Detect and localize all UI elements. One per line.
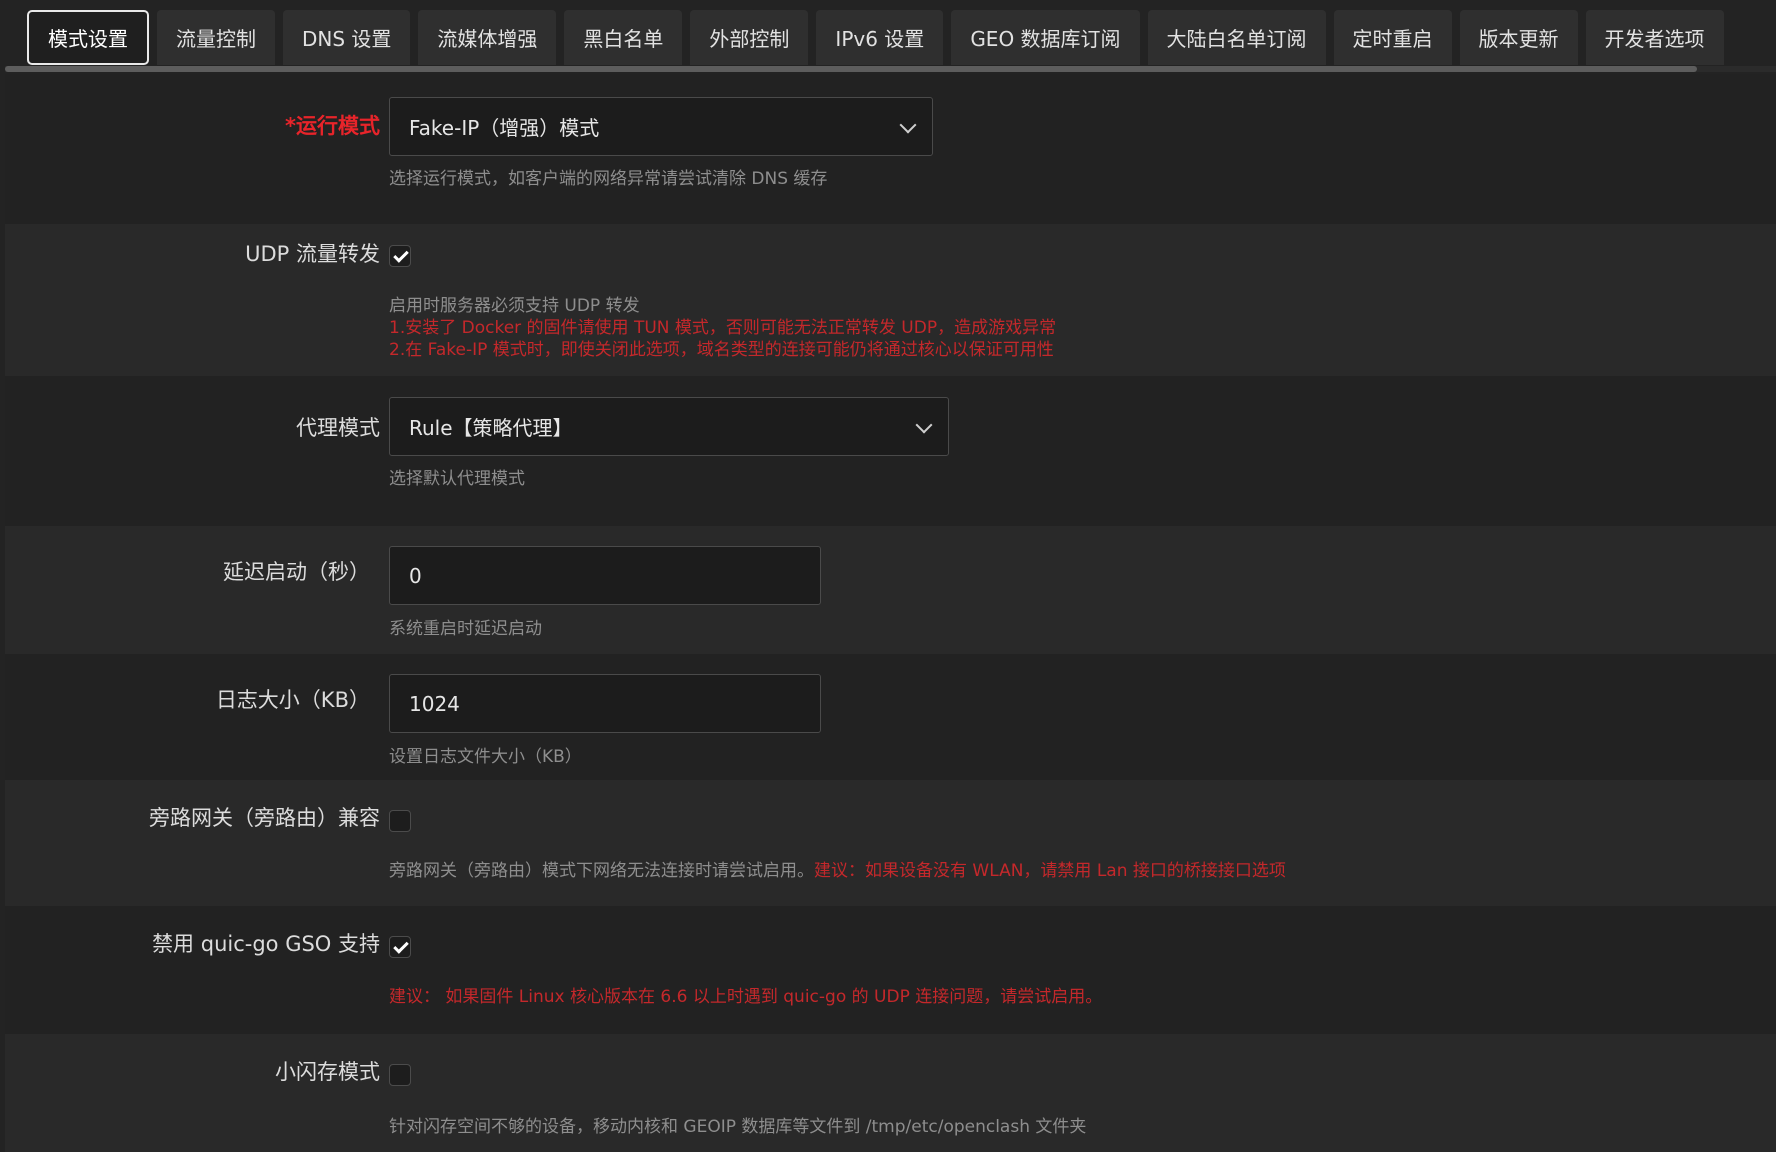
tab-external-control[interactable]: 外部控制 [690,10,809,65]
setting-row-run-mode: *运行模式 Fake-IP（增强）模式 选择运行模式，如客户端的网络异常请尝试清… [5,74,1776,224]
tab-developer-options[interactable]: 开发者选项 [1585,10,1724,65]
log-size-label: 日志大小（KB） [215,688,370,712]
tab-bar: 模式设置 流量控制 DNS 设置 流媒体增强 黑白名单 外部控制 IPv6 设置… [0,0,1776,74]
small-flash-label: 小闪存模式 [275,1060,380,1084]
proxy-mode-select[interactable]: Rule【策略代理】 [389,397,949,456]
tab-scrollbar[interactable] [5,66,1776,72]
small-flash-description: 针对闪存空间不够的设备，移动内核和 GEOIP 数据库等文件到 /tmp/etc… [389,1117,1087,1137]
tab-scrollbar-thumb[interactable] [5,66,1697,72]
setting-row-bypass-gateway: 旁路网关（旁路由）兼容 旁路网关（旁路由）模式下网络无法连接时请尝试启用。建议：… [5,780,1776,906]
proxy-mode-description: 选择默认代理模式 [389,469,525,489]
bypass-gateway-checkbox[interactable] [389,810,411,832]
log-size-input[interactable] [389,674,821,733]
run-mode-select[interactable]: Fake-IP（增强）模式 [389,97,933,156]
udp-forward-warning-2: 2.在 Fake-IP 模式时，即使关闭此选项，域名类型的连接可能仍将通过核心以… [389,340,1054,360]
run-mode-value: Fake-IP（增强）模式 [409,116,600,140]
run-mode-label: *运行模式 [285,114,380,138]
setting-row-proxy-mode: 代理模式 Rule【策略代理】 选择默认代理模式 [5,376,1776,526]
disable-gso-label: 禁用 quic-go GSO 支持 [152,932,380,956]
run-mode-description: 选择运行模式，如客户端的网络异常请尝试清除 DNS 缓存 [389,169,828,189]
proxy-mode-label: 代理模式 [296,416,380,440]
tab-mode-settings[interactable]: 模式设置 [27,10,149,65]
settings-form: *运行模式 Fake-IP（增强）模式 选择运行模式，如客户端的网络异常请尝试清… [5,74,1776,1152]
small-flash-checkbox[interactable] [389,1064,411,1086]
udp-forward-description: 启用时服务器必须支持 UDP 转发 [389,296,640,316]
setting-row-log-size: 日志大小（KB） 设置日志文件大小（KB） [5,654,1776,780]
proxy-mode-value: Rule【策略代理】 [409,416,573,440]
tab-streaming-enhance[interactable]: 流媒体增强 [418,10,557,65]
setting-row-delay-start: 延迟启动（秒） 系统重启时延迟启动 [5,526,1776,654]
tab-mainland-whitelist-subscribe[interactable]: 大陆白名单订阅 [1147,10,1326,65]
bypass-gateway-label: 旁路网关（旁路由）兼容 [149,806,380,830]
setting-row-small-flash: 小闪存模式 针对闪存空间不够的设备，移动内核和 GEOIP 数据库等文件到 /t… [5,1034,1776,1152]
setting-row-udp-forward: UDP 流量转发 启用时服务器必须支持 UDP 转发 1.安装了 Docker … [5,224,1776,376]
delay-start-description: 系统重启时延迟启动 [389,619,542,639]
disable-gso-checkbox[interactable] [389,936,411,958]
bypass-gateway-warning: 建议：如果设备没有 WLAN，请禁用 Lan 接口的桥接接口选项 [814,861,1286,881]
bypass-gateway-description: 旁路网关（旁路由）模式下网络无法连接时请尝试启用。建议：如果设备没有 WLAN，… [389,860,1286,883]
setting-row-disable-gso: 禁用 quic-go GSO 支持 建议： 如果固件 Linux 核心版本在 6… [5,906,1776,1034]
openclash-settings-page: 模式设置 流量控制 DNS 设置 流媒体增强 黑白名单 外部控制 IPv6 设置… [0,0,1776,1152]
delay-start-label: 延迟启动（秒） [223,560,370,584]
tab-scheduled-restart[interactable]: 定时重启 [1333,10,1452,65]
udp-forward-warning-1: 1.安装了 Docker 的固件请使用 TUN 模式，否则可能无法正常转发 UD… [389,318,1057,338]
chevron-down-icon [915,416,933,433]
disable-gso-warning: 建议： 如果固件 Linux 核心版本在 6.6 以上时遇到 quic-go 的… [389,987,1103,1007]
tab-geo-database-subscribe[interactable]: GEO 数据库订阅 [951,10,1140,65]
delay-start-input[interactable] [389,546,821,605]
tab-black-white-list[interactable]: 黑白名单 [564,10,683,65]
chevron-down-icon [899,116,917,133]
tab-version-update[interactable]: 版本更新 [1459,10,1578,65]
bypass-gateway-desc-text: 旁路网关（旁路由）模式下网络无法连接时请尝试启用。 [389,861,814,881]
tab-ipv6-settings[interactable]: IPv6 设置 [816,10,944,65]
udp-forward-label: UDP 流量转发 [245,242,380,266]
tab-dns-settings[interactable]: DNS 设置 [283,10,411,65]
tab-list: 模式设置 流量控制 DNS 设置 流媒体增强 黑白名单 外部控制 IPv6 设置… [27,10,1724,65]
tab-traffic-control[interactable]: 流量控制 [157,10,275,65]
udp-forward-checkbox[interactable] [389,245,411,267]
log-size-description: 设置日志文件大小（KB） [389,747,582,767]
